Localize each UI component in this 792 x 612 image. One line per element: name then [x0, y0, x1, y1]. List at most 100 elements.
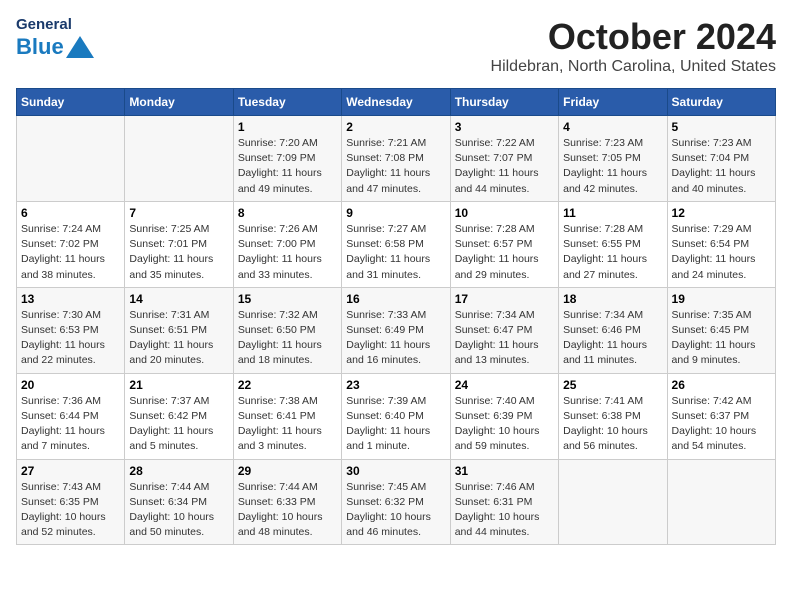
day-number: 4 — [563, 120, 662, 134]
calendar-header: SundayMondayTuesdayWednesdayThursdayFrid… — [17, 89, 776, 116]
calendar-cell: 7 Sunrise: 7:25 AM Sunset: 7:01 PM Daylig… — [125, 201, 233, 287]
day-number: 23 — [346, 378, 445, 392]
calendar-week-1: 1 Sunrise: 7:20 AM Sunset: 7:09 PM Daylig… — [17, 116, 776, 202]
calendar-cell: 21 Sunrise: 7:37 AM Sunset: 6:42 PM Dayli… — [125, 373, 233, 459]
calendar-cell: 24 Sunrise: 7:40 AM Sunset: 6:39 PM Dayli… — [450, 373, 558, 459]
day-info: Sunrise: 7:33 AM Sunset: 6:49 PM Dayligh… — [346, 308, 445, 369]
day-info: Sunrise: 7:28 AM Sunset: 6:55 PM Dayligh… — [563, 222, 662, 283]
calendar-cell: 25 Sunrise: 7:41 AM Sunset: 6:38 PM Dayli… — [559, 373, 667, 459]
calendar-cell — [667, 459, 775, 545]
day-info: Sunrise: 7:22 AM Sunset: 7:07 PM Dayligh… — [455, 136, 554, 197]
day-number: 21 — [129, 378, 228, 392]
day-number: 31 — [455, 464, 554, 478]
day-info: Sunrise: 7:45 AM Sunset: 6:32 PM Dayligh… — [346, 480, 445, 541]
logo-bird-icon — [66, 36, 94, 58]
day-info: Sunrise: 7:37 AM Sunset: 6:42 PM Dayligh… — [129, 394, 228, 455]
day-number: 7 — [129, 206, 228, 220]
calendar-cell: 6 Sunrise: 7:24 AM Sunset: 7:02 PM Daylig… — [17, 201, 125, 287]
logo-general: General — [16, 16, 94, 34]
day-info: Sunrise: 7:25 AM Sunset: 7:01 PM Dayligh… — [129, 222, 228, 283]
day-number: 6 — [21, 206, 120, 220]
calendar-cell — [17, 116, 125, 202]
day-number: 1 — [238, 120, 337, 134]
calendar-cell: 26Sunrise: 7:42 AM Sunset: 6:37 PM Dayli… — [667, 373, 775, 459]
calendar-week-2: 6 Sunrise: 7:24 AM Sunset: 7:02 PM Daylig… — [17, 201, 776, 287]
weekday-sunday: Sunday — [17, 89, 125, 116]
day-info: Sunrise: 7:35 AM Sunset: 6:45 PM Dayligh… — [672, 308, 771, 369]
day-info: Sunrise: 7:23 AM Sunset: 7:04 PM Dayligh… — [672, 136, 771, 197]
day-info: Sunrise: 7:43 AM Sunset: 6:35 PM Dayligh… — [21, 480, 120, 541]
calendar-cell: 31Sunrise: 7:46 AM Sunset: 6:31 PM Dayli… — [450, 459, 558, 545]
calendar-cell: 8Sunrise: 7:26 AM Sunset: 7:00 PM Daylig… — [233, 201, 341, 287]
day-info: Sunrise: 7:44 AM Sunset: 6:34 PM Dayligh… — [129, 480, 228, 541]
weekday-thursday: Thursday — [450, 89, 558, 116]
page-title: October 2024 — [491, 16, 776, 58]
day-info: Sunrise: 7:29 AM Sunset: 6:54 PM Dayligh… — [672, 222, 771, 283]
calendar-cell: 5 Sunrise: 7:23 AM Sunset: 7:04 PM Daylig… — [667, 116, 775, 202]
calendar-cell: 29 Sunrise: 7:44 AM Sunset: 6:33 PM Dayli… — [233, 459, 341, 545]
calendar-cell: 23Sunrise: 7:39 AM Sunset: 6:40 PM Dayli… — [342, 373, 450, 459]
calendar-cell: 16 Sunrise: 7:33 AM Sunset: 6:49 PM Dayli… — [342, 287, 450, 373]
day-info: Sunrise: 7:40 AM Sunset: 6:39 PM Dayligh… — [455, 394, 554, 455]
day-info: Sunrise: 7:32 AM Sunset: 6:50 PM Dayligh… — [238, 308, 337, 369]
calendar-cell: 10 Sunrise: 7:28 AM Sunset: 6:57 PM Dayli… — [450, 201, 558, 287]
day-number: 13 — [21, 292, 120, 306]
day-info: Sunrise: 7:38 AM Sunset: 6:41 PM Dayligh… — [238, 394, 337, 455]
calendar-cell: 2 Sunrise: 7:21 AM Sunset: 7:08 PM Daylig… — [342, 116, 450, 202]
calendar-cell: 3 Sunrise: 7:22 AM Sunset: 7:07 PM Daylig… — [450, 116, 558, 202]
day-info: Sunrise: 7:27 AM Sunset: 6:58 PM Dayligh… — [346, 222, 445, 283]
day-number: 8 — [238, 206, 337, 220]
day-number: 2 — [346, 120, 445, 134]
calendar-week-3: 13Sunrise: 7:30 AM Sunset: 6:53 PM Dayli… — [17, 287, 776, 373]
day-number: 15 — [238, 292, 337, 306]
day-number: 3 — [455, 120, 554, 134]
calendar-cell — [125, 116, 233, 202]
calendar-cell: 1 Sunrise: 7:20 AM Sunset: 7:09 PM Daylig… — [233, 116, 341, 202]
weekday-tuesday: Tuesday — [233, 89, 341, 116]
weekday-monday: Monday — [125, 89, 233, 116]
day-number: 30 — [346, 464, 445, 478]
calendar-cell: 18 Sunrise: 7:34 AM Sunset: 6:46 PM Dayli… — [559, 287, 667, 373]
calendar-cell — [559, 459, 667, 545]
day-number: 5 — [672, 120, 771, 134]
calendar-cell: 15 Sunrise: 7:32 AM Sunset: 6:50 PM Dayli… — [233, 287, 341, 373]
day-number: 22 — [238, 378, 337, 392]
calendar-week-5: 27 Sunrise: 7:43 AM Sunset: 6:35 PM Dayli… — [17, 459, 776, 545]
day-number: 9 — [346, 206, 445, 220]
logo-blue: Blue — [16, 34, 64, 60]
calendar-cell: 27 Sunrise: 7:43 AM Sunset: 6:35 PM Dayli… — [17, 459, 125, 545]
day-number: 28 — [129, 464, 228, 478]
day-info: Sunrise: 7:36 AM Sunset: 6:44 PM Dayligh… — [21, 394, 120, 455]
calendar-cell: 28 Sunrise: 7:44 AM Sunset: 6:34 PM Dayli… — [125, 459, 233, 545]
day-info: Sunrise: 7:44 AM Sunset: 6:33 PM Dayligh… — [238, 480, 337, 541]
day-info: Sunrise: 7:34 AM Sunset: 6:46 PM Dayligh… — [563, 308, 662, 369]
calendar-cell: 19Sunrise: 7:35 AM Sunset: 6:45 PM Dayli… — [667, 287, 775, 373]
day-number: 18 — [563, 292, 662, 306]
day-number: 12 — [672, 206, 771, 220]
day-number: 25 — [563, 378, 662, 392]
calendar-body: 1 Sunrise: 7:20 AM Sunset: 7:09 PM Daylig… — [17, 116, 776, 545]
weekday-header-row: SundayMondayTuesdayWednesdayThursdayFrid… — [17, 89, 776, 116]
day-info: Sunrise: 7:41 AM Sunset: 6:38 PM Dayligh… — [563, 394, 662, 455]
weekday-friday: Friday — [559, 89, 667, 116]
day-info: Sunrise: 7:21 AM Sunset: 7:08 PM Dayligh… — [346, 136, 445, 197]
day-info: Sunrise: 7:42 AM Sunset: 6:37 PM Dayligh… — [672, 394, 771, 455]
day-number: 29 — [238, 464, 337, 478]
day-info: Sunrise: 7:23 AM Sunset: 7:05 PM Dayligh… — [563, 136, 662, 197]
calendar-cell: 30 Sunrise: 7:45 AM Sunset: 6:32 PM Dayli… — [342, 459, 450, 545]
day-info: Sunrise: 7:28 AM Sunset: 6:57 PM Dayligh… — [455, 222, 554, 283]
page-subtitle: Hildebran, North Carolina, United States — [491, 58, 776, 76]
day-number: 16 — [346, 292, 445, 306]
day-number: 27 — [21, 464, 120, 478]
day-info: Sunrise: 7:34 AM Sunset: 6:47 PM Dayligh… — [455, 308, 554, 369]
day-number: 24 — [455, 378, 554, 392]
day-info: Sunrise: 7:20 AM Sunset: 7:09 PM Dayligh… — [238, 136, 337, 197]
day-number: 17 — [455, 292, 554, 306]
calendar-cell: 11 Sunrise: 7:28 AM Sunset: 6:55 PM Dayli… — [559, 201, 667, 287]
calendar-cell: 9 Sunrise: 7:27 AM Sunset: 6:58 PM Daylig… — [342, 201, 450, 287]
day-info: Sunrise: 7:24 AM Sunset: 7:02 PM Dayligh… — [21, 222, 120, 283]
calendar-cell: 22 Sunrise: 7:38 AM Sunset: 6:41 PM Dayli… — [233, 373, 341, 459]
day-number: 11 — [563, 206, 662, 220]
day-number: 10 — [455, 206, 554, 220]
calendar-cell: 17 Sunrise: 7:34 AM Sunset: 6:47 PM Dayli… — [450, 287, 558, 373]
